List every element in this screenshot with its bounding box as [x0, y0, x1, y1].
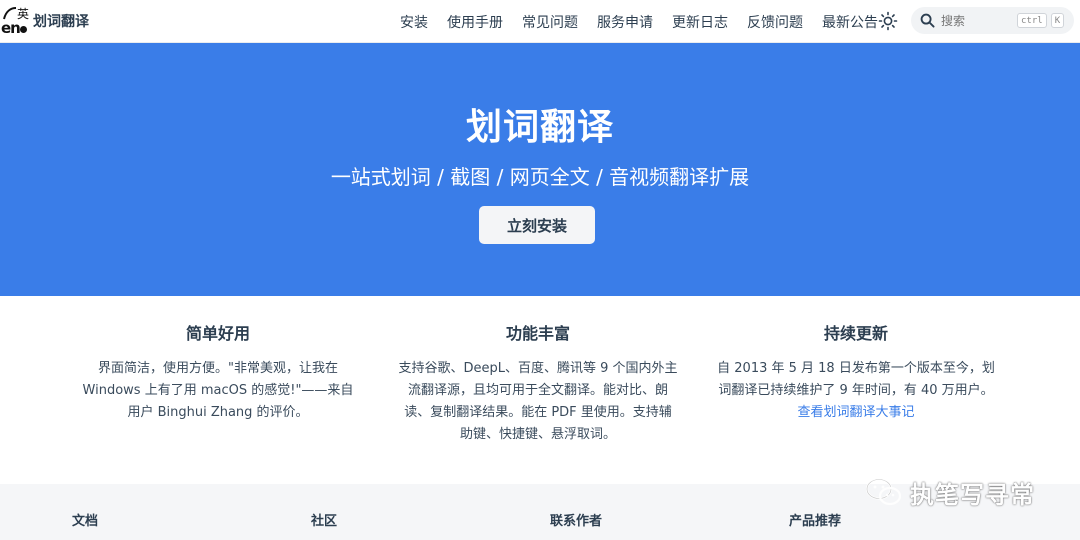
nav-link-install[interactable]: 安装 — [400, 12, 428, 32]
theme-toggle-button[interactable] — [878, 11, 898, 31]
wechat-icon — [865, 478, 902, 506]
search-input[interactable] — [941, 13, 1013, 28]
feature-body: 自 2013 年 5 月 18 日发布第一个版本至今，划词翻译已持续维护了 9 … — [717, 361, 995, 398]
feature-simple: 简单好用 界面简洁，使用方便。"非常美观，让我在 Windows 上有了用 ma… — [78, 320, 358, 424]
hero-section: 划词翻译 一站式划词 / 截图 / 网页全文 / 音视频翻译扩展 立刻安装 — [0, 43, 1080, 296]
nav-link-changelog[interactable]: 更新日志 — [672, 12, 728, 32]
features-section: 简单好用 界面简洁，使用方便。"非常美观，让我在 Windows 上有了用 ma… — [0, 296, 1080, 484]
hero-title: 划词翻译 — [465, 107, 614, 148]
nav-link-announcements[interactable]: 最新公告 — [822, 12, 878, 32]
search-kbd-k: K — [1050, 13, 1065, 28]
nav-link-faq[interactable]: 常见问题 — [522, 12, 578, 32]
feature-title: 功能丰富 — [505, 324, 570, 343]
logo-dot — [20, 26, 27, 33]
watermark-text: 执笔写寻常 — [910, 480, 1035, 509]
sun-icon — [878, 11, 898, 31]
history-link[interactable]: 查看划词翻译大事记 — [797, 405, 914, 420]
footer-col-docs: 文档 — [72, 514, 99, 529]
feature-updates: 持续更新 自 2013 年 5 月 18 日发布第一个版本至今，划词翻译已持续维… — [716, 320, 996, 424]
brand-home-link[interactable]: 英 en 划词翻译 — [0, 0, 89, 43]
nav-link-service[interactable]: 服务申请 — [597, 12, 653, 32]
nav-link-manual[interactable]: 使用手册 — [447, 12, 503, 32]
search-icon — [920, 13, 935, 28]
search-box[interactable]: ctrl K — [911, 7, 1074, 34]
footer-col-products: 产品推荐 — [789, 514, 842, 529]
feature-title: 简单好用 — [185, 324, 250, 343]
feature-body-wrap: 自 2013 年 5 月 18 日发布第一个版本至今，划词翻译已持续维护了 9 … — [716, 358, 996, 424]
footer-col-community: 社区 — [311, 514, 338, 529]
hero-subtitle: 一站式划词 / 截图 / 网页全文 / 音视频翻译扩展 — [330, 165, 750, 189]
navbar: 英 en 划词翻译 安装 使用手册 常见问题 服务申请 更新日志 反馈问题 最新… — [0, 0, 1080, 43]
brand-title: 划词翻译 — [33, 14, 89, 30]
logo-en-text: en — [1, 19, 21, 37]
feature-body: 界面简洁，使用方便。"非常美观，让我在 Windows 上有了用 macOS 的… — [82, 361, 354, 420]
nav-link-feedback[interactable]: 反馈问题 — [747, 12, 803, 32]
feature-rich: 功能丰富 支持谷歌、DeepL、百度、腾讯等 9 个国内外主流翻译源，且均可用于… — [398, 320, 678, 446]
feature-body: 支持谷歌、DeepL、百度、腾讯等 9 个国内外主流翻译源，且均可用于全文翻译。… — [398, 361, 678, 442]
feature-title: 持续更新 — [823, 324, 888, 343]
search-kbd-ctrl: ctrl — [1017, 13, 1047, 28]
footer-col-contact: 联系作者 — [550, 514, 603, 529]
install-now-button[interactable]: 立刻安装 — [479, 206, 595, 244]
logo-icon: 英 en — [1, 3, 31, 39]
watermark: 执笔写寻常 — [864, 474, 1035, 510]
nav-links: 安装 使用手册 常见问题 服务申请 更新日志 反馈问题 最新公告 — [400, 0, 878, 43]
